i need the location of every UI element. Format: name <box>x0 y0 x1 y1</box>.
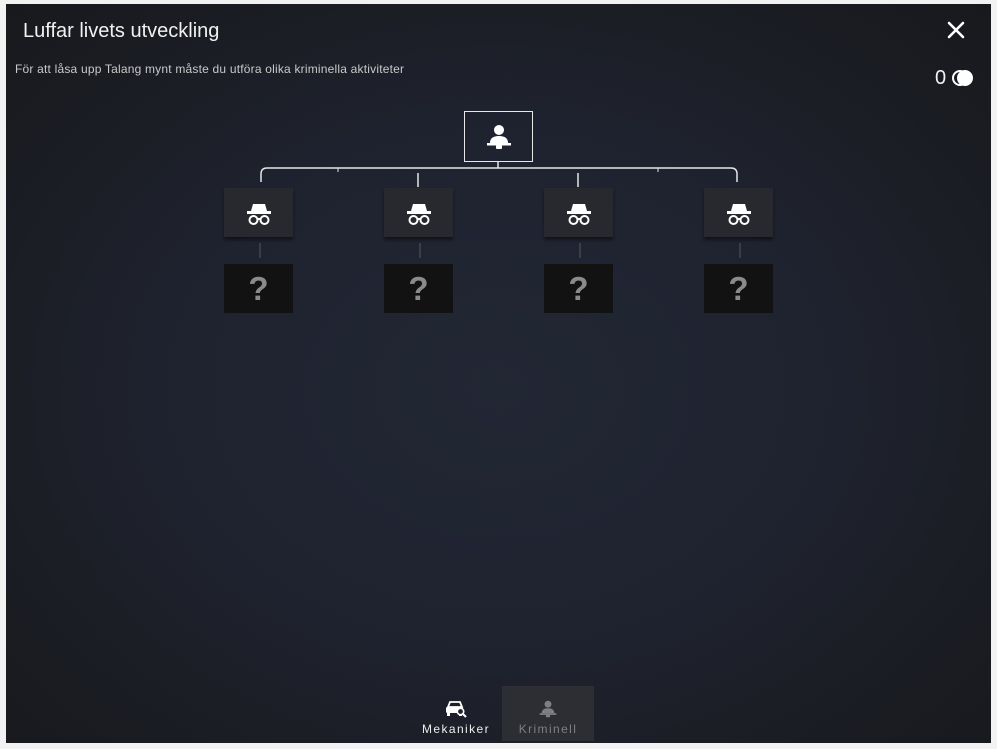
criminal-person-icon <box>539 700 557 717</box>
spy-incognito-icon <box>406 203 431 225</box>
talent-tree-window: Luffar livets utveckling För att låsa up… <box>6 4 991 743</box>
spy-incognito-icon <box>566 203 591 225</box>
talent-node-1[interactable] <box>224 188 293 237</box>
locked-talent-node-4[interactable]: ? <box>704 264 773 313</box>
tab-kriminell-label: Kriminell <box>518 721 578 736</box>
tab-kriminell[interactable]: Kriminell <box>502 686 594 741</box>
tab-mekaniker-label: Mekaniker <box>422 721 490 736</box>
spy-incognito-icon <box>246 203 271 225</box>
car-wrench-icon <box>446 700 467 718</box>
spy-incognito-icon <box>726 203 751 225</box>
locked-talent-node-1[interactable]: ? <box>224 264 293 313</box>
criminal-person-icon <box>486 124 511 149</box>
locked-talent-node-3[interactable]: ? <box>544 264 613 313</box>
locked-talent-node-2[interactable]: ? <box>384 264 453 313</box>
talent-node-4[interactable] <box>704 188 773 237</box>
tab-mekaniker[interactable]: Mekaniker <box>410 686 502 741</box>
talent-node-3[interactable] <box>544 188 613 237</box>
root-talent-node[interactable] <box>464 111 533 162</box>
talent-node-2[interactable] <box>384 188 453 237</box>
